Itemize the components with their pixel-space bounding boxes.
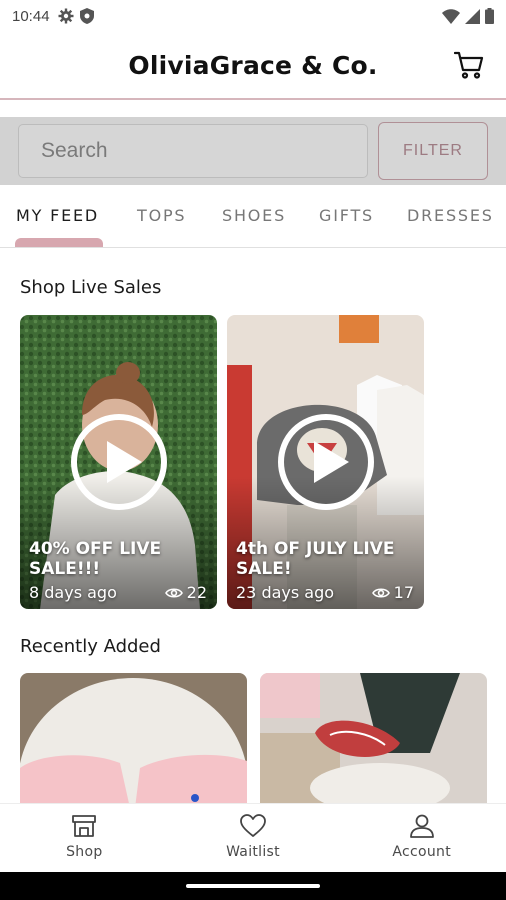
home-gesture-handle[interactable]: [186, 884, 320, 888]
live-sale-title: 4th OF JULY LIVE SALE!: [236, 539, 395, 579]
cart-button[interactable]: [454, 50, 484, 80]
wifi-icon: [442, 8, 460, 24]
nav-item-waitlist[interactable]: Waitlist: [169, 804, 338, 873]
page-title: OliviaGrace & Co.: [128, 50, 378, 80]
live-sale-meta: 8 days ago 22: [29, 583, 207, 602]
search-input[interactable]: [18, 124, 368, 178]
live-sale-card[interactable]: 40% OFF LIVE SALE!!! 8 days ago 22: [20, 315, 217, 609]
live-sale-meta: 23 days ago 17: [236, 583, 414, 602]
live-sale-view-count: 22: [186, 583, 207, 602]
live-sale-time: 8 days ago: [29, 583, 117, 602]
live-sale-card[interactable]: 4th OF JULY LIVE SALE! 23 days ago 17: [227, 315, 424, 609]
gear-icon: [58, 8, 74, 24]
play-icon[interactable]: [276, 412, 376, 512]
tab-tops[interactable]: TOPS: [137, 206, 186, 225]
eye-icon: [371, 587, 390, 598]
status-time: 10:44: [12, 7, 50, 25]
nav-item-account[interactable]: Account: [337, 804, 506, 873]
live-sale-view-count: 17: [393, 583, 414, 602]
shield-icon: [79, 8, 94, 24]
live-sale-title: 40% OFF LIVE SALE!!!: [29, 539, 162, 579]
search-bar: FILTER: [0, 117, 506, 185]
live-sale-time: 23 days ago: [236, 583, 335, 602]
bottom-nav: Shop Waitlist Account: [0, 803, 506, 873]
product-card[interactable]: [260, 673, 487, 808]
product-image: [260, 673, 487, 808]
nav-label-shop: Shop: [66, 844, 103, 860]
shop-icon: [72, 815, 97, 837]
status-bar: 10:44: [0, 0, 506, 32]
section-title-recently-added: Recently Added: [20, 636, 161, 657]
tab-gifts[interactable]: GIFTS: [319, 206, 374, 225]
eye-icon: [164, 587, 183, 598]
app-header: OliviaGrace & Co.: [0, 32, 506, 100]
nav-label-waitlist: Waitlist: [226, 844, 280, 860]
category-tabs: MY FEED TOPS SHOES GIFTS DRESSES: [0, 190, 506, 248]
filter-button[interactable]: FILTER: [378, 122, 488, 180]
person-icon: [409, 814, 434, 838]
play-icon[interactable]: [69, 412, 169, 512]
battery-icon: [485, 8, 494, 24]
product-image: [20, 673, 247, 808]
active-tab-indicator: [15, 238, 103, 247]
heart-icon: [240, 814, 266, 837]
nav-item-shop[interactable]: Shop: [0, 804, 169, 873]
tab-dresses[interactable]: DRESSES: [407, 206, 494, 225]
nav-label-account: Account: [392, 844, 451, 860]
tab-shoes[interactable]: SHOES: [222, 206, 286, 225]
live-sale-views: 22: [164, 583, 207, 602]
signal-icon: [465, 8, 480, 24]
live-sale-views: 17: [371, 583, 414, 602]
section-title-live-sales: Shop Live Sales: [20, 277, 162, 298]
system-navigation-bar: [0, 872, 506, 900]
product-card[interactable]: [20, 673, 247, 808]
cart-icon: [454, 51, 484, 79]
tab-my-feed[interactable]: MY FEED: [16, 206, 99, 225]
